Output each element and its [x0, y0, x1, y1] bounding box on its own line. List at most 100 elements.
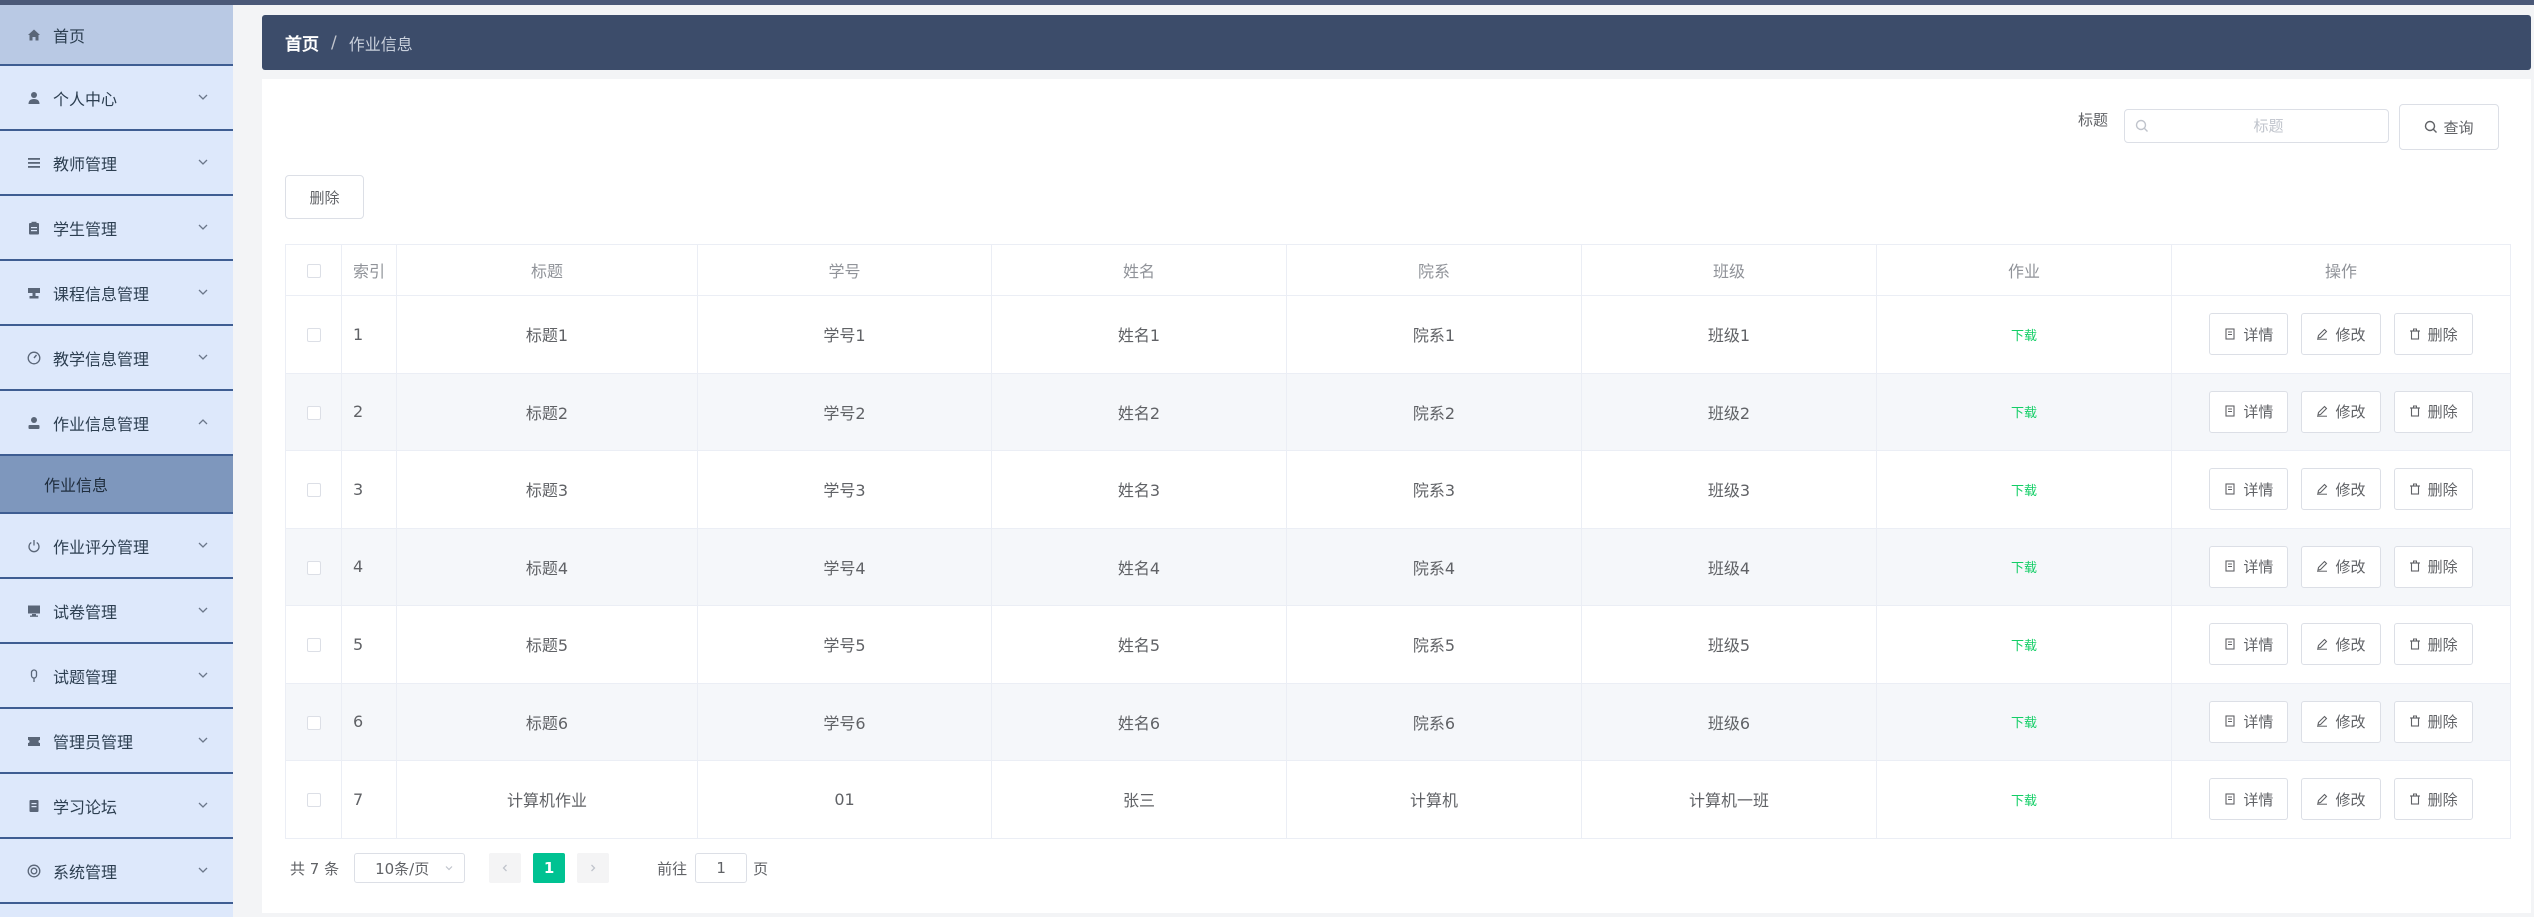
- sidebar-item[interactable]: 作业信息管理: [0, 391, 233, 456]
- document-icon: [2224, 638, 2237, 651]
- monitor-icon: [26, 603, 42, 619]
- cell-class: 班级3: [1581, 450, 1877, 529]
- row-checkbox[interactable]: [306, 560, 321, 575]
- cell-name: 张三: [991, 760, 1287, 839]
- delete-button[interactable]: 删除: [2393, 700, 2473, 743]
- sidebar-item[interactable]: 试卷管理: [0, 579, 233, 644]
- edit-button[interactable]: 修改: [2301, 623, 2381, 666]
- page-size-select[interactable]: 10条/页: [354, 853, 466, 883]
- breadcrumb-separator: /: [331, 32, 337, 53]
- search-field[interactable]: [2124, 109, 2389, 143]
- download-link[interactable]: 下载: [2011, 716, 2037, 731]
- row-checkbox[interactable]: [306, 793, 321, 808]
- sidebar-item[interactable]: 学习论坛: [0, 774, 233, 839]
- cell-homework: 下载: [1876, 760, 2172, 839]
- delete-button[interactable]: 删除: [2393, 623, 2473, 666]
- sidebar-subitem-homework-info[interactable]: 作业信息: [0, 456, 233, 514]
- table-row[interactable]: 2 标题2 学号2 姓名2 院系2 班级2 下载 详情 修改 删除: [285, 373, 2511, 451]
- table-row[interactable]: 6 标题6 学号6 姓名6 院系6 班级6 下载 详情 修改 删除: [285, 683, 2511, 761]
- search-label: 标题: [2078, 111, 2109, 129]
- goto-suffix: 页: [753, 859, 769, 878]
- goto-prefix: 前往: [657, 859, 688, 878]
- delete-button[interactable]: 删除: [2393, 390, 2473, 433]
- page-size-value: 10条/页: [375, 859, 430, 878]
- sidebar-item[interactable]: 教学信息管理: [0, 326, 233, 391]
- stamp-icon: [26, 285, 42, 301]
- table-row[interactable]: 1 标题1 学号1 姓名1 院系1 班级1 下载 详情 修改 删除: [285, 295, 2511, 374]
- sidebar-item[interactable]: 系统管理: [0, 839, 233, 904]
- sidebar-item[interactable]: 个人中心: [0, 66, 233, 131]
- select-all-checkbox[interactable]: [306, 264, 321, 278]
- row-checkbox[interactable]: [306, 328, 321, 343]
- batch-delete-button[interactable]: 删除: [285, 175, 364, 219]
- row-checkbox[interactable]: [306, 638, 321, 653]
- edit-button[interactable]: 修改: [2301, 390, 2381, 433]
- search-input[interactable]: [2149, 117, 2388, 135]
- edit-button[interactable]: 修改: [2301, 545, 2381, 588]
- detail-button[interactable]: 详情: [2209, 390, 2289, 433]
- detail-button[interactable]: 详情: [2209, 778, 2289, 821]
- row-select-cell: [285, 528, 342, 606]
- table-row[interactable]: 7 计算机作业 01 张三 计算机 计算机一班 下载 详情 修改 删除: [285, 760, 2511, 839]
- edit-button[interactable]: 修改: [2301, 700, 2381, 743]
- homework-table: 索引 标题 学号 姓名 院系 班级 作业 操作 1 标题1 学号1 姓名1 院系…: [285, 244, 2511, 839]
- download-link[interactable]: 下载: [2011, 484, 2037, 499]
- sidebar-item[interactable]: 作业评分管理: [0, 514, 233, 579]
- download-link[interactable]: 下载: [2011, 329, 2037, 344]
- sidebar-item-label: 个人中心: [53, 89, 118, 109]
- cell-homework: 下载: [1876, 450, 2172, 529]
- edit-label: 修改: [2335, 790, 2366, 809]
- detail-button[interactable]: 详情: [2209, 468, 2289, 511]
- header-actions: 操作: [2171, 244, 2511, 296]
- detail-button[interactable]: 详情: [2209, 545, 2289, 588]
- prev-page-button[interactable]: [489, 853, 522, 883]
- sidebar-item[interactable]: 课程信息管理: [0, 261, 233, 326]
- download-link[interactable]: 下载: [2011, 561, 2037, 576]
- detail-label: 详情: [2243, 790, 2274, 809]
- select-all-cell: [285, 244, 342, 296]
- cell-class: 班级4: [1581, 528, 1877, 606]
- row-checkbox[interactable]: [306, 405, 321, 420]
- table-row[interactable]: 5 标题5 学号5 姓名5 院系5 班级5 下载 详情 修改 删除: [285, 605, 2511, 684]
- delete-button[interactable]: 删除: [2393, 313, 2473, 356]
- cell-name: 姓名2: [991, 373, 1287, 451]
- sidebar-item[interactable]: 管理员管理: [0, 709, 233, 774]
- edit-button[interactable]: 修改: [2301, 468, 2381, 511]
- detail-label: 详情: [2243, 713, 2274, 732]
- cell-index: 5: [341, 605, 397, 684]
- download-link[interactable]: 下载: [2011, 794, 2037, 809]
- edit-label: 修改: [2335, 635, 2366, 654]
- detail-button[interactable]: 详情: [2209, 313, 2289, 356]
- download-link[interactable]: 下载: [2011, 639, 2037, 654]
- next-page-button[interactable]: [577, 853, 610, 883]
- document-icon: [2224, 405, 2237, 418]
- table-row[interactable]: 3 标题3 学号3 姓名3 院系3 班级3 下载 详情 修改 删除: [285, 450, 2511, 529]
- table-row[interactable]: 4 标题4 学号4 姓名4 院系4 班级4 下载 详情 修改 删除: [285, 528, 2511, 606]
- row-select-cell: [285, 605, 342, 684]
- page-number-current[interactable]: 1: [533, 853, 566, 883]
- sidebar-item[interactable]: 首页: [0, 5, 233, 66]
- cell-class: 班级6: [1581, 683, 1877, 761]
- edit-label: 修改: [2335, 325, 2366, 344]
- download-link[interactable]: 下载: [2011, 406, 2037, 421]
- row-checkbox[interactable]: [306, 483, 321, 498]
- detail-button[interactable]: 详情: [2209, 623, 2289, 666]
- delete-button[interactable]: 删除: [2393, 468, 2473, 511]
- edit-button[interactable]: 修改: [2301, 313, 2381, 356]
- sidebar-item[interactable]: 教师管理: [0, 131, 233, 196]
- sidebar-item-label: 试题管理: [53, 667, 118, 687]
- breadcrumb-home-link[interactable]: 首页: [285, 30, 319, 55]
- goto-page-input[interactable]: [695, 853, 748, 883]
- sidebar-item[interactable]: 试题管理: [0, 644, 233, 709]
- cell-student-no: 学号5: [697, 605, 992, 684]
- delete-button[interactable]: 删除: [2393, 545, 2473, 588]
- detail-button[interactable]: 详情: [2209, 700, 2289, 743]
- row-checkbox[interactable]: [306, 715, 321, 730]
- sidebar-item[interactable]: 学生管理: [0, 196, 233, 261]
- clipboard-icon: [26, 220, 42, 236]
- edit-button[interactable]: 修改: [2301, 778, 2381, 821]
- cell-student-no: 01: [697, 760, 992, 839]
- delete-button[interactable]: 删除: [2393, 778, 2473, 821]
- query-button[interactable]: 查询: [2399, 104, 2499, 150]
- sidebar-item-label: 作业信息管理: [53, 414, 150, 434]
